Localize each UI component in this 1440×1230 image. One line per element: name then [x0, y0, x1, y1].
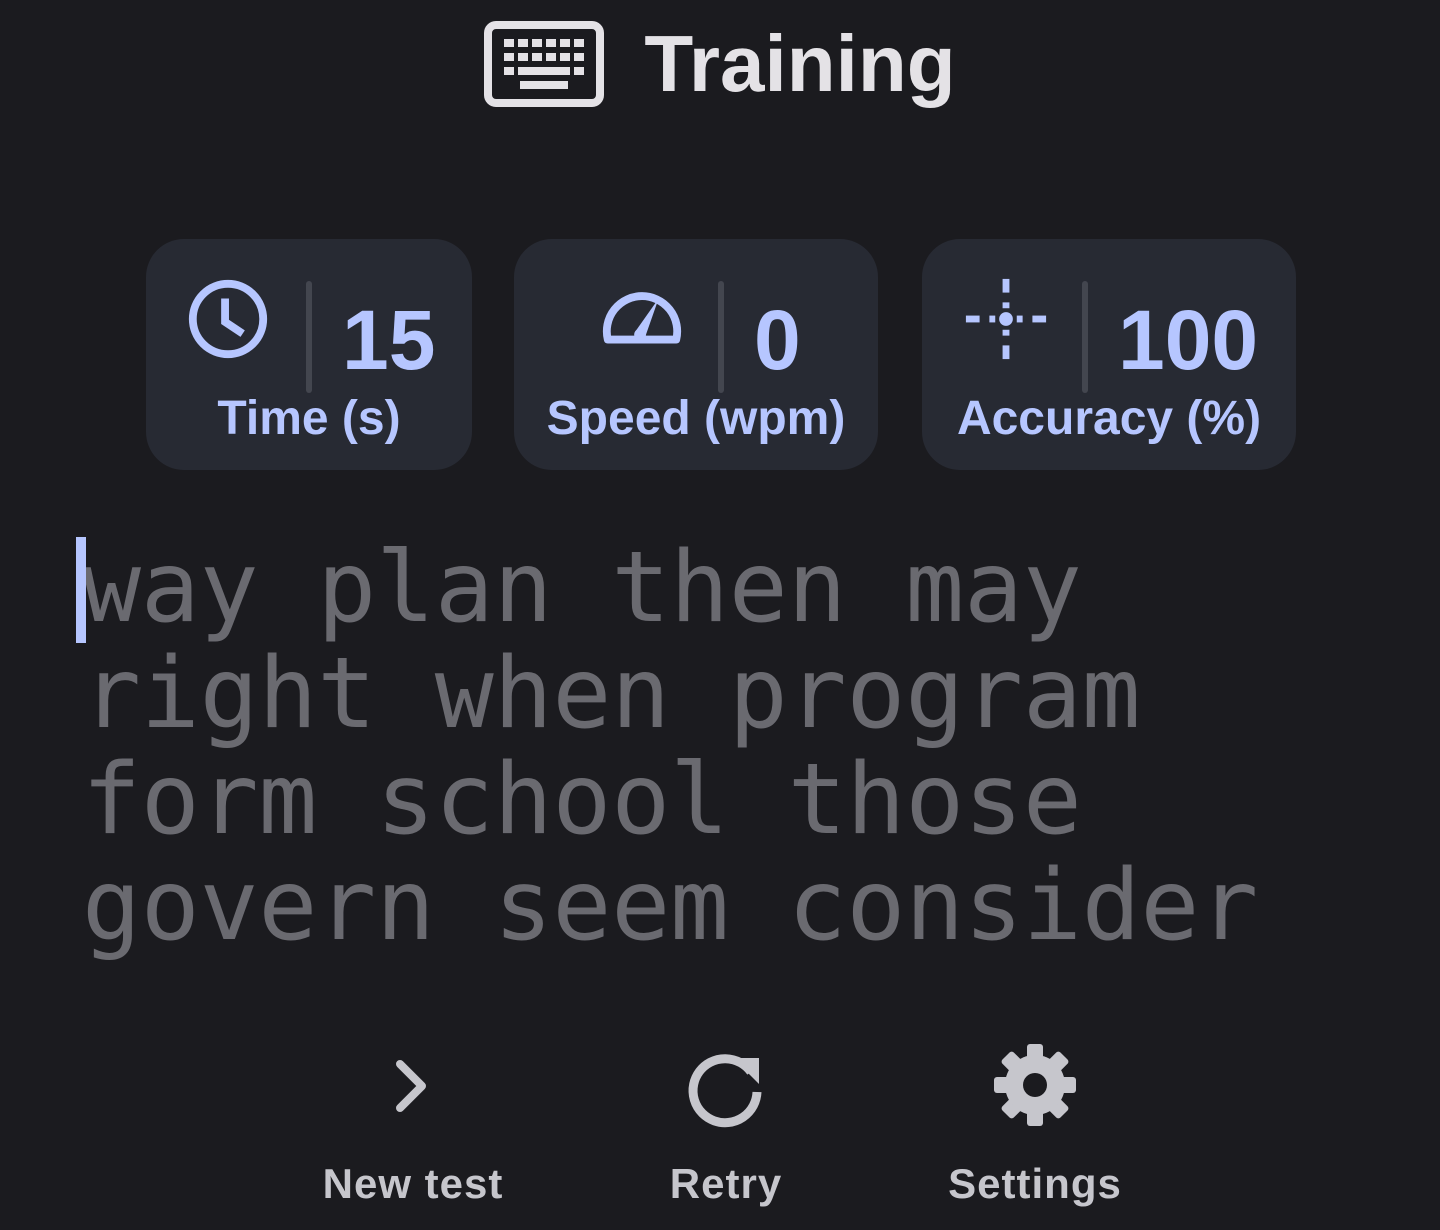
stat-card-time: 15 Time (s)	[146, 239, 472, 470]
stat-value: 15	[342, 293, 436, 387]
crosshair-icon	[965, 278, 1047, 360]
new-test-button[interactable]: New test	[263, 1040, 563, 1220]
speedometer-icon	[602, 292, 682, 344]
stat-card-accuracy: 100 Accuracy (%)	[922, 239, 1296, 470]
stat-divider	[306, 281, 312, 393]
stat-card-speed: 0 Speed (wpm)	[514, 239, 878, 470]
keyboard-icon	[484, 21, 605, 107]
retry-label: Retry	[669, 1160, 783, 1207]
gear-icon	[994, 1044, 1076, 1126]
stat-label: Time (s)	[217, 392, 401, 445]
refresh-icon	[688, 1054, 762, 1128]
page-title: Training	[644, 19, 956, 108]
stat-divider	[1082, 281, 1088, 393]
stat-value: 100	[1118, 293, 1259, 387]
typing-line: form school those	[82, 743, 1082, 857]
chevron-right-icon	[396, 1060, 426, 1112]
typing-line: way plan then may	[82, 531, 1082, 645]
text-cursor	[76, 537, 86, 643]
new-test-label: New test	[322, 1160, 504, 1207]
settings-button[interactable]: Settings	[885, 1040, 1185, 1220]
settings-label: Settings	[948, 1160, 1122, 1207]
stat-label: Speed (wpm)	[546, 392, 846, 445]
stat-value: 0	[754, 293, 801, 387]
typing-text-area[interactable]: way plan then may right when program for…	[76, 531, 1382, 963]
retry-button[interactable]: Retry	[576, 1040, 876, 1220]
stat-label: Accuracy (%)	[956, 392, 1262, 445]
stat-divider	[718, 281, 724, 393]
typing-line: right when program	[82, 637, 1141, 751]
typing-line: govern seem consider	[82, 849, 1259, 963]
app-header: Training	[0, 14, 1440, 114]
clock-icon	[188, 279, 268, 359]
